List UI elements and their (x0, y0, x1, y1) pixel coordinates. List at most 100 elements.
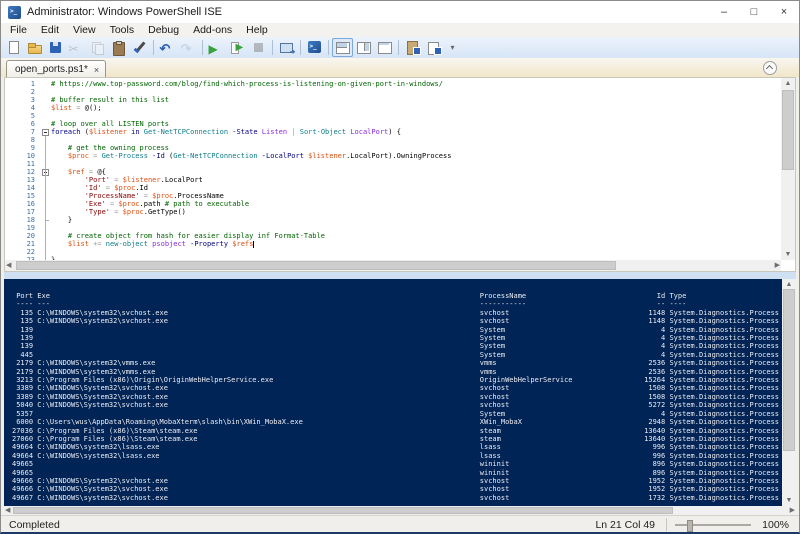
open-script-button[interactable] (24, 38, 45, 57)
console-vertical-scrollbar[interactable]: ▲ ▼ (782, 279, 796, 506)
run-script-button[interactable] (206, 38, 227, 57)
tab-open-ports[interactable]: open_ports.ps1* × (6, 60, 106, 78)
editor-hscroll-thumb[interactable] (16, 261, 616, 270)
undo-button[interactable] (157, 38, 178, 57)
window-title: Administrator: Windows PowerShell ISE (27, 6, 222, 18)
minimize-button[interactable]: – (709, 1, 739, 23)
status-separator (666, 518, 667, 531)
tab-close-icon[interactable]: × (94, 65, 99, 75)
line-number: 22 (5, 248, 41, 256)
show-command-window-button[interactable] (402, 38, 423, 57)
menu-edit[interactable]: Edit (34, 23, 66, 37)
code-line-15: 15 'ProcessName' = $proc.ProcessName (5, 192, 780, 200)
code-line-18: 18 } (5, 216, 780, 224)
editor-lines[interactable]: 1# https://www.top-password.com/blog/fin… (5, 80, 780, 260)
new-script-button[interactable] (3, 38, 24, 57)
save-script-icon (48, 40, 64, 56)
code-line-10: 10 $proc = Get-Process -Id (Get-NetTCPCo… (5, 152, 780, 160)
stop-operation-button[interactable] (248, 38, 269, 57)
line-number: 14 (5, 184, 41, 192)
stop-operation-icon (251, 40, 267, 56)
menu-debug[interactable]: Debug (141, 23, 186, 37)
layout-script-top-button[interactable] (332, 38, 353, 57)
tab-label: open_ports.ps1* (15, 64, 88, 75)
clear-console-button[interactable] (129, 38, 150, 57)
paste-button[interactable] (108, 38, 129, 57)
zoom-slider-thumb[interactable] (687, 520, 693, 532)
console-text: Port Exe ProcessName Id Type ---- --- (12, 292, 779, 502)
maximize-button[interactable]: □ (739, 1, 769, 23)
save-script-button[interactable] (45, 38, 66, 57)
line-number: 6 (5, 120, 41, 128)
toolbar-separator (202, 40, 203, 55)
code-line-14: 14 'Id' = $proc.Id (5, 184, 780, 192)
code-line-16: 16 'Exe' = $proc.path # path to executab… (5, 200, 780, 208)
line-number: 3 (5, 96, 41, 104)
console-hscroll-thumb[interactable] (13, 507, 673, 514)
powershell-ise-app-icon (8, 6, 21, 19)
menu-view[interactable]: View (66, 23, 103, 37)
run-selection-button[interactable] (227, 38, 248, 57)
show-command-addon-icon (426, 40, 442, 56)
status-message: Completed (9, 519, 60, 531)
menu-tools[interactable]: Tools (103, 23, 142, 37)
show-command-addon-button[interactable] (423, 38, 444, 57)
zoom-slider[interactable] (675, 524, 751, 526)
console-output[interactable]: Port Exe ProcessName Id Type ---- --- (4, 279, 796, 506)
layout-script-right-button[interactable] (353, 38, 374, 57)
code-line-22: 22 (5, 248, 780, 256)
code-line-19: 19 (5, 224, 780, 232)
close-button[interactable]: × (769, 1, 799, 23)
script-editor-pane[interactable]: 1# https://www.top-password.com/blog/fin… (4, 77, 796, 272)
new-remote-powershell-tab-button[interactable] (276, 38, 297, 57)
editor-vertical-scrollbar[interactable]: ▲ ▼ (781, 78, 795, 260)
status-bar: Completed Ln 21 Col 49 100% (1, 515, 799, 534)
toolbar-separator (272, 40, 273, 55)
run-selection-icon (230, 40, 246, 56)
line-number: 8 (5, 136, 41, 144)
title-bar[interactable]: Administrator: Windows PowerShell ISE – … (1, 1, 799, 23)
code-line-5: 5 (5, 112, 780, 120)
console-vscroll-thumb[interactable] (783, 289, 795, 451)
copy-button[interactable] (87, 38, 108, 57)
script-pane-collapse-button[interactable] (763, 61, 777, 75)
clear-console-icon (132, 40, 148, 56)
open-script-icon (27, 40, 43, 56)
editor-vscroll-thumb[interactable] (782, 90, 794, 170)
editor-horizontal-scrollbar[interactable]: ◀ ▶ (5, 260, 781, 271)
line-number: 20 (5, 232, 41, 240)
new-script-icon (6, 40, 22, 56)
zoom-level: 100% (762, 519, 789, 531)
menu-addons[interactable]: Add-ons (186, 23, 239, 37)
redo-button[interactable] (178, 38, 199, 57)
redo-icon (181, 40, 197, 56)
layout-script-max-icon (377, 40, 393, 56)
powershell-ise-window: Administrator: Windows PowerShell ISE – … (0, 0, 800, 534)
menu-bar: FileEditViewToolsDebugAdd-onsHelp (1, 23, 799, 37)
line-number: 12 (5, 168, 41, 176)
toolbar-overflow-button[interactable] (444, 38, 465, 57)
line-number: 19 (5, 224, 41, 232)
code-line-1: 1# https://www.top-password.com/blog/fin… (5, 80, 780, 88)
menu-file[interactable]: File (3, 23, 34, 37)
code-line-13: 13 'Port' = $listener.LocalPort (5, 176, 780, 184)
start-powershell-button[interactable] (304, 38, 325, 57)
toolbar-overflow-icon (447, 40, 463, 56)
layout-script-right-icon (356, 40, 372, 56)
line-number: 17 (5, 208, 41, 216)
code-line-21: 21 $list += new-object psobject -Propert… (5, 240, 780, 248)
layout-script-top-icon (335, 40, 351, 56)
console-pane[interactable]: Port Exe ProcessName Id Type ---- --- (4, 279, 796, 515)
cursor-position: Ln 21 Col 49 (595, 519, 655, 531)
layout-script-max-button[interactable] (374, 38, 395, 57)
code-line-17: 17 'Type' = $proc.GetType() (5, 208, 780, 216)
line-number: 9 (5, 144, 41, 152)
line-number: 18 (5, 216, 41, 224)
code-line-9: 9 # get the owning process (5, 144, 780, 152)
pane-splitter[interactable] (4, 272, 796, 279)
cut-button[interactable] (66, 38, 87, 57)
menu-help[interactable]: Help (239, 23, 275, 37)
console-horizontal-scrollbar[interactable]: ◀ ▶ (4, 506, 796, 515)
line-number: 1 (5, 80, 41, 88)
line-number: 15 (5, 192, 41, 200)
